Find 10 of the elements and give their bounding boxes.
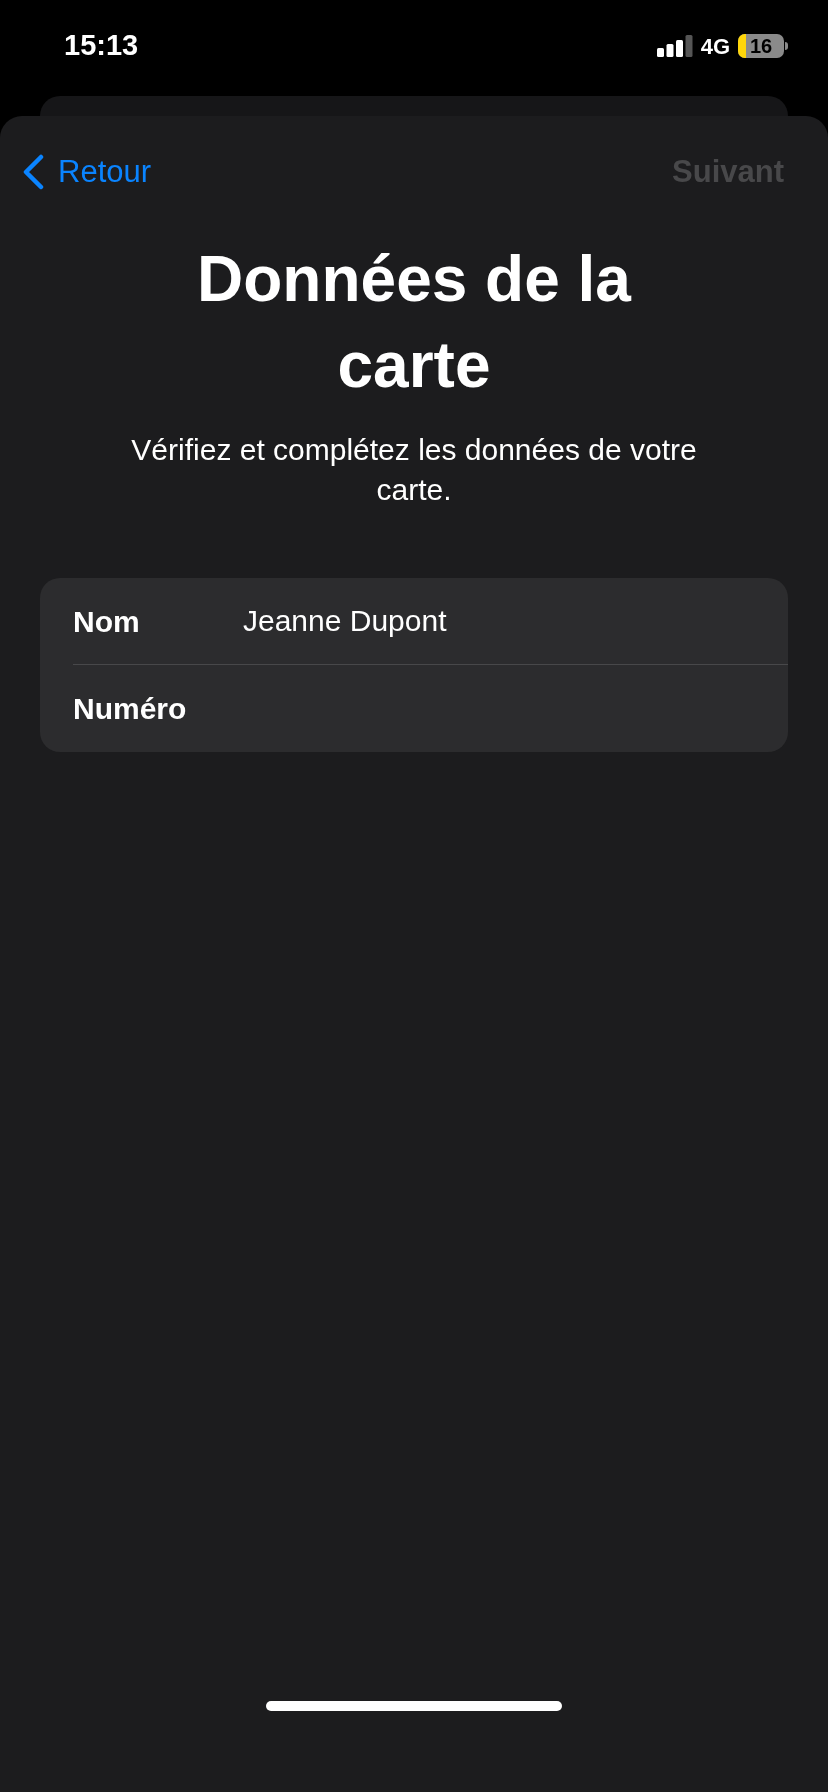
field-label: Numéro: [73, 691, 188, 727]
input-field[interactable]: Jeanne Dupont: [243, 591, 764, 651]
network-label: 4G: [700, 32, 730, 61]
page-title: Données de la carte: [196, 242, 633, 403]
chevron-left-icon: [22, 154, 44, 190]
back-button[interactable]: Retour: [22, 148, 152, 196]
page-subtitle: Vérifiez et complétez les données de votre carte.: [130, 432, 698, 508]
signal-icon: [656, 35, 693, 57]
status-time: 15:13: [64, 28, 139, 64]
field-label: Nom: [73, 603, 141, 640]
